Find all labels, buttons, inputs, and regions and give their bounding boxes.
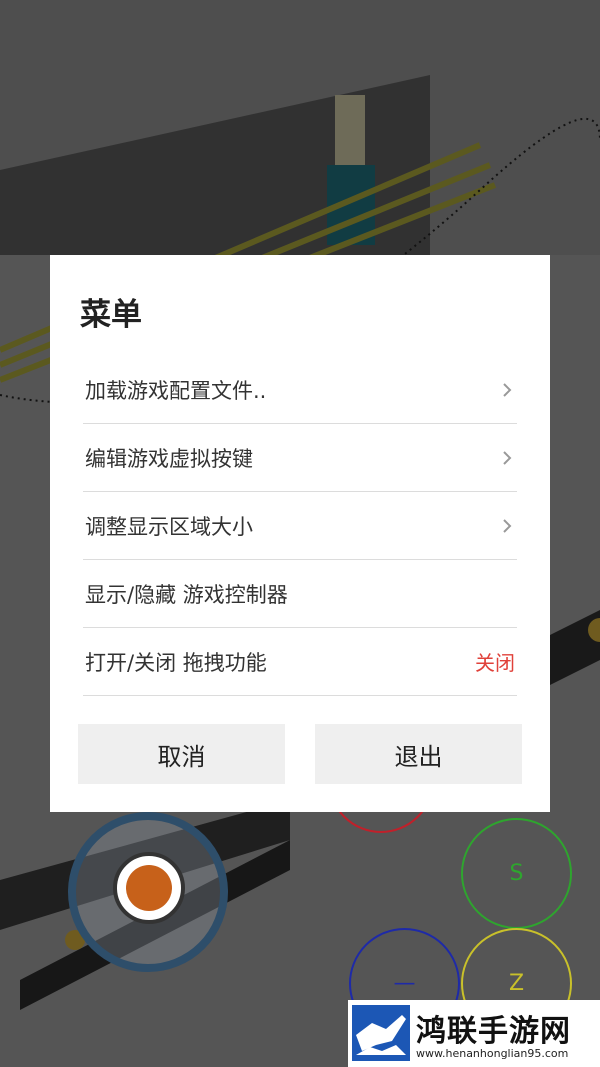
menu-item-label: 打开/关闭 拖拽功能 xyxy=(85,650,267,675)
drag-status-value: 关闭 xyxy=(475,651,515,675)
z-button-label: Z xyxy=(508,971,525,996)
menu-item-label: 调整显示区域大小 xyxy=(85,514,253,539)
menu-dialog: 菜单 加载游戏配置文件.. 编辑游戏虚拟按键 调整显示区域大小 显示/隐藏 游戏… xyxy=(50,255,550,812)
menu-item-label: 编辑游戏虚拟按键 xyxy=(85,446,253,471)
s-button-label: S xyxy=(509,861,524,886)
cancel-button[interactable]: 取消 xyxy=(78,724,285,784)
menu-item-edit-keys[interactable]: 编辑游戏虚拟按键 xyxy=(83,424,517,492)
watermark-url: www.henanhonglian95.com xyxy=(416,1047,569,1060)
chevron-right-icon xyxy=(497,448,517,468)
menu-item-toggle-drag[interactable]: 打开/关闭 拖拽功能 关闭 xyxy=(83,628,517,696)
watermark-text: 鸿联手游网 xyxy=(416,1014,571,1049)
watermark-logo xyxy=(352,1005,410,1061)
chevron-right-icon xyxy=(497,516,517,536)
joystick-knob[interactable] xyxy=(113,852,185,924)
dialog-title: 菜单 xyxy=(80,297,142,333)
minus-button-label: — xyxy=(393,971,416,996)
menu-item-resize-display[interactable]: 调整显示区域大小 xyxy=(83,492,517,560)
chevron-right-icon xyxy=(497,380,517,400)
menu-item-toggle-controller[interactable]: 显示/隐藏 游戏控制器 xyxy=(83,560,517,628)
menu-item-label: 显示/隐藏 游戏控制器 xyxy=(85,582,288,607)
joystick-knob-center xyxy=(126,865,172,911)
exit-button[interactable]: 退出 xyxy=(315,724,522,784)
watermark: 鸿联手游网 www.henanhonglian95.com xyxy=(348,1000,600,1067)
menu-item-label: 加载游戏配置文件.. xyxy=(85,378,267,403)
s-button[interactable]: S xyxy=(461,818,572,929)
menu-item-load-config[interactable]: 加载游戏配置文件.. xyxy=(83,356,517,424)
menu-list: 加载游戏配置文件.. 编辑游戏虚拟按键 调整显示区域大小 显示/隐藏 游戏控制器… xyxy=(83,356,517,696)
